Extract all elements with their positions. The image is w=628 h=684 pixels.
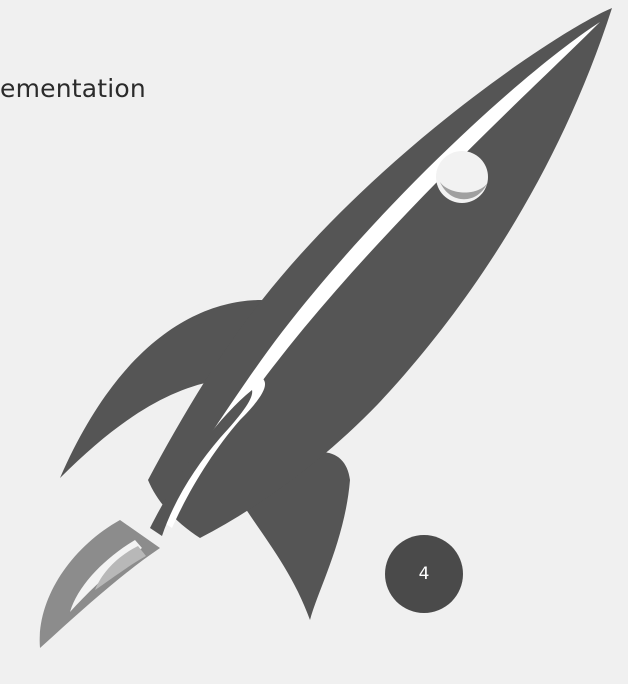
page-number: 4: [418, 564, 430, 584]
presentation-slide: ementation 4: [0, 0, 628, 684]
rocket-icon: [39, 8, 612, 648]
rocket-body: [148, 8, 612, 538]
page-number-badge: 4: [385, 535, 463, 613]
